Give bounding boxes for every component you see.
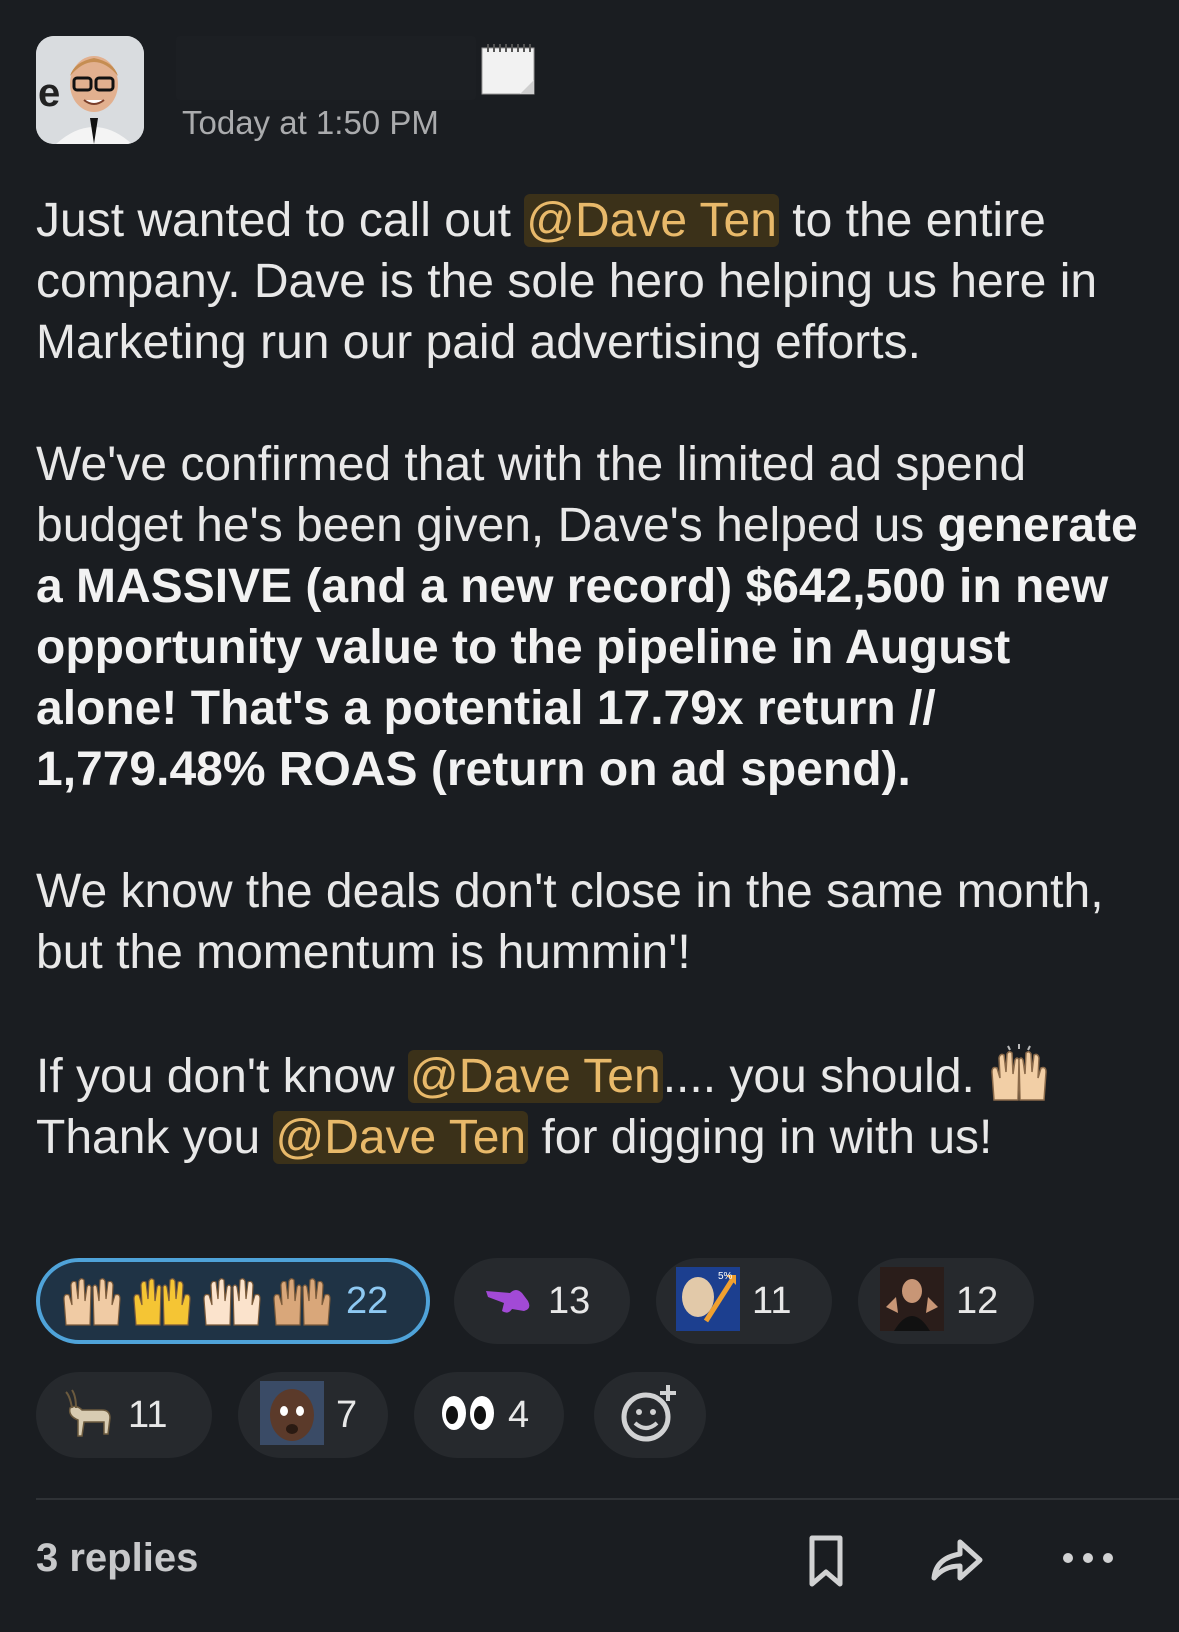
reaction-pointing[interactable]: 13 bbox=[454, 1258, 630, 1344]
text-segment: Thank you bbox=[36, 1111, 274, 1164]
shaq-face-icon bbox=[260, 1380, 324, 1450]
person-photo-icon bbox=[880, 1266, 944, 1336]
bookmark-icon[interactable] bbox=[796, 1530, 856, 1590]
reaction-shaq[interactable]: 7 bbox=[238, 1372, 388, 1458]
stonks-meme-icon: 5% bbox=[676, 1266, 740, 1336]
svg-text:5%: 5% bbox=[718, 1271, 733, 1282]
divider bbox=[36, 1498, 1179, 1500]
text-segment: We've confirmed that with the limited ad… bbox=[36, 438, 1027, 552]
message-body: Just wanted to call out @Dave Ten to the… bbox=[36, 190, 1146, 1168]
reaction-eyes[interactable]: 4 bbox=[414, 1372, 564, 1458]
paragraph-3: We know the deals don't close in the sam… bbox=[36, 865, 1104, 979]
eyes-icon bbox=[440, 1393, 496, 1438]
user-mention[interactable]: @Dave Ten bbox=[524, 194, 779, 247]
message-timestamp[interactable]: Today at 1:50 PM bbox=[182, 104, 439, 142]
pointing-hand-icon bbox=[484, 1279, 536, 1324]
add-reaction-button[interactable] bbox=[594, 1372, 706, 1458]
paragraph-1: Just wanted to call out @Dave Ten to the… bbox=[36, 190, 1146, 373]
reaction-raising-hands[interactable]: 22 bbox=[36, 1258, 430, 1344]
reaction-count: 4 bbox=[508, 1393, 530, 1436]
replies-link[interactable]: 3 replies bbox=[36, 1536, 198, 1581]
more-options-icon[interactable] bbox=[1058, 1530, 1118, 1590]
reaction-goat[interactable]: 11 bbox=[36, 1372, 212, 1458]
reaction-count: 11 bbox=[128, 1393, 168, 1436]
reaction-person[interactable]: 12 bbox=[858, 1258, 1034, 1344]
raising-hands-icon bbox=[988, 1044, 1050, 1102]
text-segment: .... you should. bbox=[662, 1050, 975, 1103]
svg-text:e: e bbox=[38, 71, 60, 115]
paragraph-2: We've confirmed that with the limited ad… bbox=[36, 434, 1146, 800]
reaction-count: 22 bbox=[346, 1279, 389, 1322]
share-icon[interactable] bbox=[926, 1530, 986, 1590]
paragraph-4: If you don't know @Dave Ten.... you shou… bbox=[36, 1044, 1146, 1107]
paragraph-5: Thank you @Dave Ten for digging in with … bbox=[36, 1107, 1146, 1168]
reaction-count: 7 bbox=[336, 1393, 358, 1436]
text-segment: Just wanted to call out bbox=[36, 194, 525, 247]
user-mention[interactable]: @Dave Ten bbox=[408, 1050, 663, 1103]
text-segment: for digging in with us! bbox=[528, 1111, 993, 1164]
calendar-status-icon bbox=[480, 40, 536, 96]
author-name-redacted[interactable] bbox=[176, 36, 476, 100]
message-header: e Today at 1:50 PM bbox=[36, 36, 1136, 146]
reaction-count: 11 bbox=[752, 1279, 792, 1322]
reaction-stonks[interactable]: 5% 11 bbox=[656, 1258, 832, 1344]
user-avatar[interactable]: e bbox=[36, 36, 144, 144]
raising-hands-icon bbox=[62, 1271, 334, 1332]
reaction-count: 13 bbox=[548, 1279, 591, 1322]
user-mention[interactable]: @Dave Ten bbox=[273, 1111, 529, 1164]
reaction-count: 12 bbox=[956, 1279, 999, 1322]
text-segment: If you don't know bbox=[36, 1050, 409, 1103]
goat-icon bbox=[62, 1386, 116, 1445]
add-emoji-icon bbox=[620, 1383, 680, 1448]
